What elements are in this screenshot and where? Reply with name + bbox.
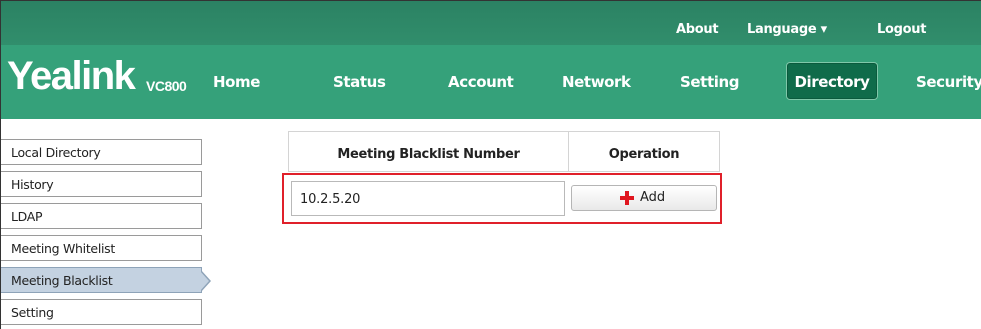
nav-directory-label: Directory [794, 73, 870, 91]
sidebar-item-local-directory[interactable]: Local Directory [1, 139, 202, 165]
about-link[interactable]: About [676, 22, 719, 37]
brand-model: VC800 [146, 78, 187, 94]
logout-link[interactable]: Logout [877, 22, 926, 37]
plus-icon [620, 191, 634, 205]
nav-directory[interactable]: Directory [787, 63, 877, 99]
language-dropdown[interactable]: Language ▾ [747, 22, 827, 37]
nav-home[interactable]: Home [213, 73, 260, 91]
top-bar [1, 1, 981, 45]
sidebar-item-label: Meeting Blacklist [11, 273, 113, 288]
nav-setting[interactable]: Setting [680, 73, 739, 91]
sidebar-item-label: Setting [11, 305, 54, 320]
add-button-label: Add [640, 190, 666, 205]
admin-window: About Language ▾ Logout Yealink VC800 Ho… [0, 0, 981, 329]
sidebar: Local Directory History LDAP Meeting Whi… [1, 139, 211, 329]
sidebar-item-label: Local Directory [11, 145, 101, 160]
add-button[interactable]: Add [571, 185, 717, 211]
sidebar-item-meeting-blacklist[interactable]: Meeting Blacklist [1, 267, 211, 293]
sidebar-item-meeting-whitelist[interactable]: Meeting Whitelist [1, 235, 202, 261]
sidebar-item-label: LDAP [11, 209, 43, 224]
sidebar-item-label: Meeting Whitelist [11, 241, 115, 256]
nav-account[interactable]: Account [448, 73, 514, 91]
column-header-number: Meeting Blacklist Number [289, 132, 569, 171]
nav-network[interactable]: Network [562, 73, 631, 91]
sidebar-item-label: History [11, 177, 54, 192]
sidebar-item-setting[interactable]: Setting [1, 299, 202, 325]
nav-status[interactable]: Status [333, 73, 386, 91]
nav-security[interactable]: Security [916, 73, 981, 91]
brand-logo: Yealink [7, 54, 136, 98]
sidebar-item-history[interactable]: History [1, 171, 202, 197]
column-header-operation: Operation [608, 147, 680, 162]
sidebar-item-ldap[interactable]: LDAP [1, 203, 202, 229]
blacklist-table-header: Meeting Blacklist Number Operation [288, 131, 720, 172]
active-arrow-icon [200, 270, 211, 292]
blacklist-number-input[interactable]: 10.2.5.20 [291, 181, 565, 216]
